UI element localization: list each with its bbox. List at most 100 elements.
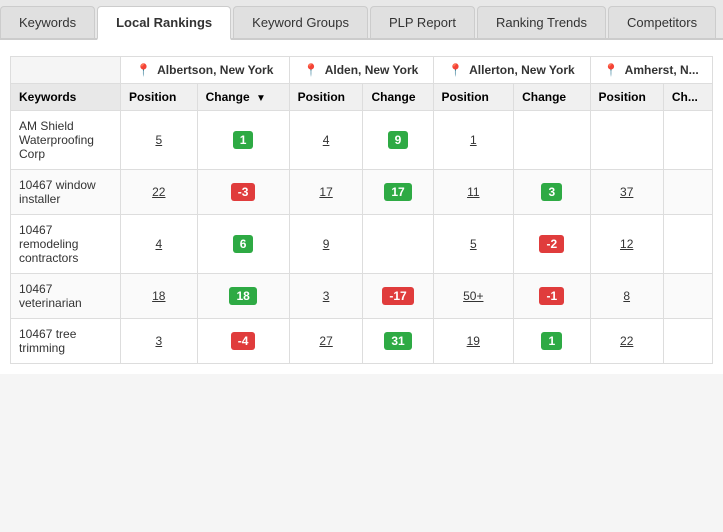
albertson-change-header[interactable]: Change ▼ — [197, 84, 289, 111]
empty-corner — [11, 57, 121, 84]
position-value: 11 — [467, 185, 479, 199]
table-row: 10467 window installer22-3171711337 — [11, 170, 713, 215]
change-badge: 9 — [388, 131, 409, 149]
albertson-position-header: Position — [121, 84, 198, 111]
position-value: 19 — [467, 334, 480, 348]
position-cell: 4 — [289, 111, 363, 170]
position-value: 3 — [155, 334, 162, 348]
tab-competitors[interactable]: Competitors — [608, 6, 716, 38]
position-cell: 3 — [289, 274, 363, 319]
rankings-table: 📍 Albertson, New York 📍 Alden, New York … — [10, 56, 713, 364]
change-cell — [663, 274, 712, 319]
position-cell: 8 — [590, 274, 663, 319]
location-alden: 📍 Alden, New York — [289, 57, 433, 84]
position-value: 1 — [470, 133, 477, 147]
change-cell: 9 — [363, 111, 433, 170]
position-cell: 4 — [121, 215, 198, 274]
position-cell: 19 — [433, 319, 514, 364]
change-cell — [663, 215, 712, 274]
position-value: 5 — [155, 133, 162, 147]
location-allerton: 📍 Allerton, New York — [433, 57, 590, 84]
locations-header-row: 📍 Albertson, New York 📍 Alden, New York … — [11, 57, 713, 84]
tab-keywords[interactable]: Keywords — [0, 6, 95, 38]
pin-icon-albertson: 📍 — [136, 63, 151, 77]
change-badge: -2 — [539, 235, 564, 253]
change-badge: -4 — [231, 332, 256, 350]
change-cell: 17 — [363, 170, 433, 215]
position-value: 12 — [620, 237, 633, 251]
change-cell: 1 — [197, 111, 289, 170]
location-amherst: 📍 Amherst, N... — [590, 57, 713, 84]
change-badge: 6 — [233, 235, 254, 253]
tab-bar: Keywords Local Rankings Keyword Groups P… — [0, 0, 723, 40]
keyword-cell: AM Shield Waterproofing Corp — [11, 111, 121, 170]
position-cell: 17 — [289, 170, 363, 215]
column-headers-row: Keywords Position Change ▼ Position Chan… — [11, 84, 713, 111]
position-value: 17 — [319, 185, 332, 199]
table-row: 10467 remodeling contractors 4 6 9 5 -2 12 — [11, 215, 713, 274]
keyword-cell: 10467 tree trimming — [11, 319, 121, 364]
change-badge: 1 — [233, 131, 254, 149]
alden-position-header: Position — [289, 84, 363, 111]
keyword-cell: 10467 veterinarian — [11, 274, 121, 319]
position-value: 18 — [152, 289, 165, 303]
keyword-cell: 10467 remodeling contractors — [11, 215, 121, 274]
allerton-change-header: Change — [514, 84, 590, 111]
change-badge: -17 — [382, 287, 413, 305]
main-content: 📍 Albertson, New York 📍 Alden, New York … — [0, 40, 723, 374]
position-cell: 11 — [433, 170, 514, 215]
position-value: 22 — [152, 185, 165, 199]
change-cell: 31 — [363, 319, 433, 364]
position-value: 8 — [623, 289, 630, 303]
position-cell: 3 — [121, 319, 198, 364]
change-cell — [663, 170, 712, 215]
position-cell: 22 — [121, 170, 198, 215]
change-cell — [363, 215, 433, 274]
change-badge: 3 — [541, 183, 562, 201]
change-badge: 31 — [384, 332, 411, 350]
change-cell: -1 — [514, 274, 590, 319]
position-value: 37 — [620, 185, 633, 199]
location-albertson: 📍 Albertson, New York — [121, 57, 290, 84]
tab-local-rankings[interactable]: Local Rankings — [97, 6, 231, 40]
position-value: 4 — [323, 133, 330, 147]
tabs-container: Keywords Local Rankings Keyword Groups P… — [0, 0, 723, 40]
change-cell: -3 — [197, 170, 289, 215]
tab-plp-report[interactable]: PLP Report — [370, 6, 475, 38]
allerton-position-header: Position — [433, 84, 514, 111]
change-badge: 1 — [541, 332, 562, 350]
table-row: 10467 veterinarian 18 18 3 -17 50+ -1 8 — [11, 274, 713, 319]
position-cell: 5 — [121, 111, 198, 170]
position-cell — [590, 111, 663, 170]
pin-icon-alden: 📍 — [304, 63, 319, 77]
position-value: 50+ — [463, 289, 483, 303]
change-cell — [663, 111, 712, 170]
position-cell: 37 — [590, 170, 663, 215]
position-value: 4 — [155, 237, 162, 251]
pin-icon-allerton: 📍 — [448, 63, 463, 77]
position-value: 22 — [620, 334, 633, 348]
table-row: 10467 tree trimming3-4273119122 — [11, 319, 713, 364]
change-badge: -3 — [231, 183, 256, 201]
amherst-position-header: Position — [590, 84, 663, 111]
change-badge: 18 — [229, 287, 256, 305]
table-row: AM Shield Waterproofing Corp 5 1 4 9 1 — [11, 111, 713, 170]
change-cell: -4 — [197, 319, 289, 364]
change-cell: 1 — [514, 319, 590, 364]
change-cell — [514, 111, 590, 170]
position-cell: 22 — [590, 319, 663, 364]
sort-arrow: ▼ — [256, 93, 266, 104]
tab-keyword-groups[interactable]: Keyword Groups — [233, 6, 368, 38]
change-cell — [663, 319, 712, 364]
position-value: 9 — [323, 237, 330, 251]
position-value: 5 — [470, 237, 477, 251]
position-cell: 12 — [590, 215, 663, 274]
tab-ranking-trends[interactable]: Ranking Trends — [477, 6, 606, 38]
table-body: AM Shield Waterproofing Corp5149110467 w… — [11, 111, 713, 364]
pin-icon-amherst: 📍 — [604, 63, 619, 77]
change-badge: 17 — [384, 183, 411, 201]
position-cell: 5 — [433, 215, 514, 274]
change-badge: -1 — [539, 287, 564, 305]
position-cell: 1 — [433, 111, 514, 170]
change-cell: 18 — [197, 274, 289, 319]
